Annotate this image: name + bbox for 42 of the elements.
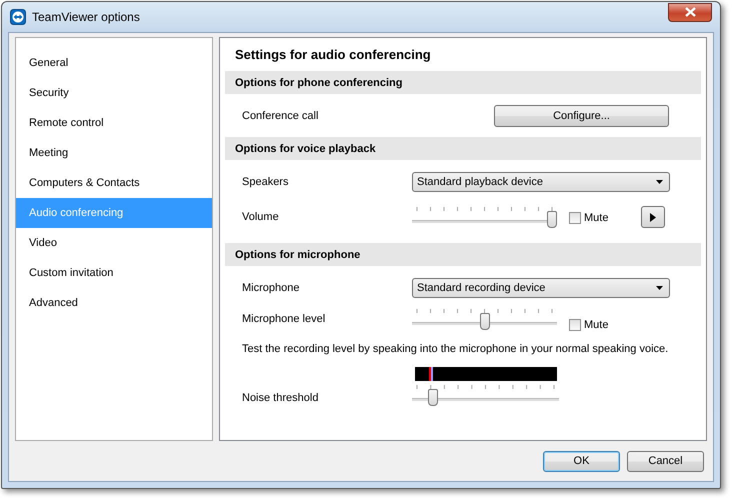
category-item[interactable]: Meeting	[16, 138, 212, 168]
section-header: Options for voice playback	[225, 137, 701, 160]
field-label: Microphone	[242, 282, 300, 294]
field-label: Speakers	[242, 176, 290, 188]
caret-icon	[656, 180, 663, 184]
category-item[interactable]: Computers & Contacts	[16, 168, 212, 198]
window-title: TeamViewer options	[32, 10, 141, 24]
app-icon	[10, 9, 26, 25]
configure-button[interactable]: Configure...	[494, 105, 669, 127]
close-button[interactable]	[668, 2, 712, 22]
category-item[interactable]: Custom invitation	[16, 258, 212, 288]
category-item[interactable]: Advanced	[16, 288, 212, 318]
mute-checkbox[interactable]	[569, 212, 581, 224]
ok-button[interactable]: OK	[543, 450, 620, 472]
device-dropdown[interactable]: Standard recording device	[412, 278, 670, 298]
level-slider[interactable]	[412, 204, 557, 230]
device-dropdown[interactable]: Standard playback device	[412, 172, 670, 192]
slider-thumb[interactable]	[480, 313, 490, 330]
close-icon	[684, 7, 696, 17]
field-label: Volume	[242, 211, 280, 223]
category-item[interactable]: Remote control	[16, 108, 212, 138]
play-icon	[650, 212, 656, 222]
threshold-slider[interactable]	[412, 382, 559, 408]
play-button[interactable]	[641, 206, 666, 228]
mute-checkbox[interactable]	[569, 319, 581, 331]
caret-icon	[656, 286, 663, 290]
category-item[interactable]: Security	[16, 78, 212, 108]
level-slider[interactable]	[412, 306, 557, 332]
slider-thumb[interactable]	[547, 211, 557, 228]
section-header: Options for phone conferencing	[225, 71, 701, 94]
mute-label: Mute	[584, 212, 608, 224]
slider-thumb[interactable]	[428, 389, 438, 406]
field-label: Microphone level	[242, 313, 326, 325]
mute-label: Mute	[584, 319, 608, 331]
section-header: Options for microphone	[225, 243, 701, 266]
category-item[interactable]: General	[16, 48, 212, 78]
instruction-text: Test the recording level by speaking into the microphone in your normal speaking voice.	[241, 342, 670, 357]
field-label: Noise threshold	[242, 392, 320, 404]
field-label: Conference call	[242, 110, 320, 122]
panel-title: Settings for audio conferencing	[234, 47, 432, 64]
category-item[interactable]: Video	[16, 228, 212, 258]
cancel-button[interactable]: Cancel	[627, 450, 704, 472]
